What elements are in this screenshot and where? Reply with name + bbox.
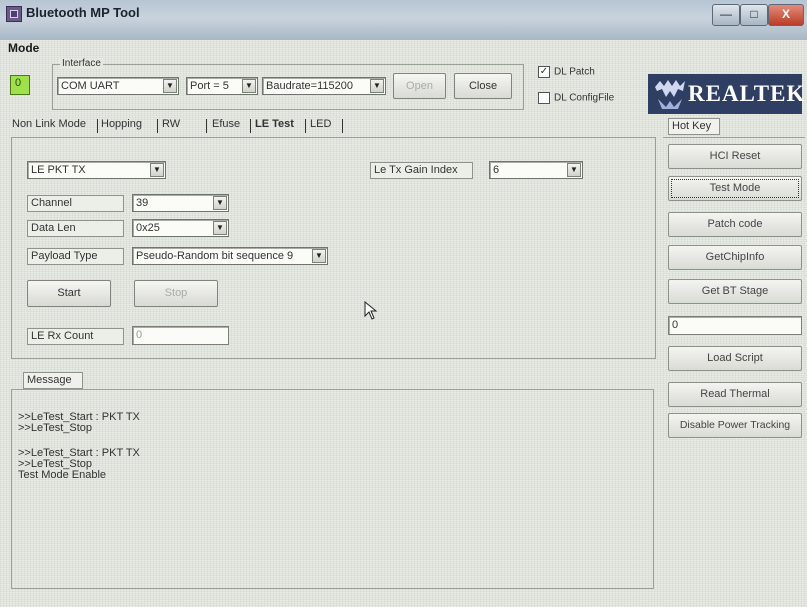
app-icon: [6, 6, 22, 22]
gain-index-value: 6: [493, 164, 500, 176]
interface-group-label: Interface: [60, 58, 103, 69]
tab-led[interactable]: LED: [310, 118, 331, 130]
comport-select[interactable]: COM UART ▼: [57, 77, 179, 95]
data-len-select[interactable]: 0x25 ▼: [132, 219, 229, 237]
gain-index-label: Le Tx Gain Index: [370, 162, 473, 179]
rx-count-field[interactable]: 0: [132, 326, 229, 345]
close-port-button[interactable]: Close: [454, 73, 512, 99]
chevron-down-icon: ▼: [163, 79, 177, 93]
hci-reset-button[interactable]: HCI Reset: [668, 144, 802, 169]
stop-button[interactable]: Stop: [134, 280, 218, 307]
baudrate-select[interactable]: Baudrate=115200 ▼: [262, 77, 386, 95]
port-value: Port = 5: [190, 80, 229, 92]
message-line: >>LeTest_Stop: [18, 422, 93, 434]
channel-select[interactable]: 39 ▼: [132, 194, 229, 212]
test-mode-button[interactable]: Test Mode: [668, 176, 802, 201]
chevron-down-icon: ▼: [567, 163, 581, 177]
hotkey-tab[interactable]: Hot Key: [668, 118, 720, 135]
chevron-down-icon: ▼: [150, 163, 164, 177]
open-button[interactable]: Open: [393, 73, 446, 99]
tab-non-link-mode[interactable]: Non Link Mode: [12, 118, 86, 130]
realtek-crab-icon: [655, 80, 685, 109]
le-mode-value: LE PKT TX: [31, 164, 86, 176]
dl-configfile-label: DL ConfigFile: [554, 92, 615, 104]
tab-rw[interactable]: RW: [162, 118, 180, 130]
patch-code-button[interactable]: Patch code: [668, 212, 802, 237]
baudrate-value: Baudrate=115200: [266, 80, 353, 92]
chevron-down-icon: ▼: [242, 79, 256, 93]
message-tab[interactable]: Message: [23, 372, 83, 389]
data-len-label: Data Len: [27, 220, 124, 237]
comport-value: COM UART: [61, 80, 120, 92]
channel-value: 39: [136, 197, 149, 209]
dl-patch-label: DL Patch: [554, 66, 595, 78]
message-line: Test Mode Enable: [18, 469, 107, 481]
main-window: Bluetooth MP Tool — □ X Mode Interface 0…: [0, 0, 807, 607]
gain-index-select[interactable]: 6 ▼: [489, 161, 583, 179]
menu-mode[interactable]: Mode: [8, 41, 39, 55]
dl-configfile-checkbox[interactable]: DL ConfigFile: [538, 92, 614, 104]
chevron-down-icon: ▼: [370, 79, 384, 93]
payload-type-label: Payload Type: [27, 248, 124, 265]
get-chip-info-button[interactable]: GetChipInfo: [668, 245, 802, 270]
disable-power-tracking-button[interactable]: Disable Power Tracking: [668, 413, 802, 438]
chevron-down-icon: ▼: [213, 196, 227, 210]
maximize-button[interactable]: □: [740, 4, 768, 26]
mouse-cursor-icon: [364, 301, 378, 320]
start-button[interactable]: Start: [27, 280, 111, 307]
status-led: 0: [10, 75, 30, 95]
load-script-button[interactable]: Load Script: [668, 346, 802, 371]
checkbox-unchecked-icon: [538, 92, 550, 104]
data-len-value: 0x25: [136, 222, 160, 234]
port-select[interactable]: Port = 5 ▼: [186, 77, 258, 95]
chevron-down-icon: ▼: [312, 249, 326, 263]
le-mode-select[interactable]: LE PKT TX ▼: [27, 161, 166, 179]
payload-type-value: Pseudo-Random bit sequence 9: [136, 250, 294, 262]
minimize-button[interactable]: —: [712, 4, 740, 26]
tab-le-test[interactable]: LE Test: [255, 118, 294, 130]
hotkey-value-field[interactable]: 0: [668, 316, 802, 335]
message-log[interactable]: >>LeTest_Start : PKT TX >>LeTest_Stop >>…: [11, 389, 654, 589]
window-title: Bluetooth MP Tool: [26, 5, 140, 20]
close-window-button[interactable]: X: [768, 4, 804, 26]
rx-count-label: LE Rx Count: [27, 328, 124, 345]
channel-label: Channel: [27, 195, 124, 212]
title-bar: Bluetooth MP Tool — □ X: [0, 0, 807, 40]
read-thermal-button[interactable]: Read Thermal: [668, 382, 802, 407]
realtek-logo-text: REALTEK: [688, 81, 806, 106]
message-line: [18, 434, 140, 448]
tab-efuse[interactable]: Efuse: [212, 118, 240, 130]
payload-type-select[interactable]: Pseudo-Random bit sequence 9 ▼: [132, 247, 328, 265]
dl-patch-checkbox[interactable]: ✓ DL Patch: [538, 66, 595, 78]
tab-hopping[interactable]: Hopping: [101, 118, 142, 130]
status-led-text: 0: [15, 77, 22, 89]
chevron-down-icon: ▼: [213, 221, 227, 235]
get-bt-stage-button[interactable]: Get BT Stage: [668, 279, 802, 304]
menu-bar: Mode: [0, 40, 807, 56]
realtek-logo: REALTEK: [648, 74, 806, 114]
checkbox-checked-icon: ✓: [538, 66, 550, 78]
